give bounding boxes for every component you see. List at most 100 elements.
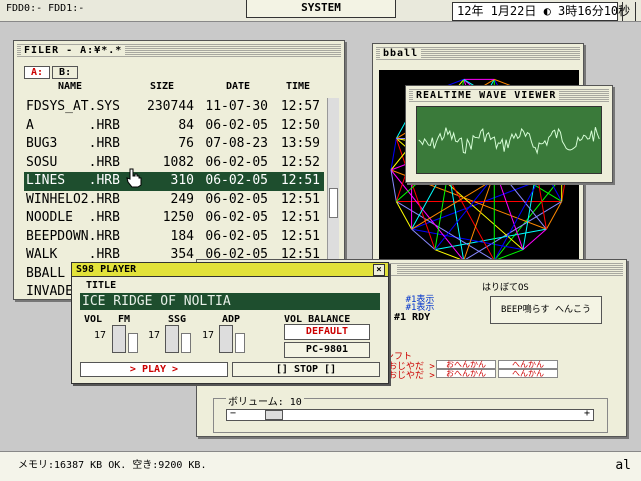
- option-a1[interactable]: おへんかん: [436, 360, 496, 369]
- file-name: BBALL: [26, 265, 66, 281]
- file-row[interactable]: LINES .HRB 310 06-02-05 12:51: [24, 172, 324, 191]
- tab-drive-a[interactable]: A:: [24, 66, 51, 79]
- filer-title: FILER - A:¥*.*: [21, 45, 126, 56]
- player-title: S98 PLAYER: [76, 264, 137, 275]
- ime-indicator[interactable]: al: [615, 458, 631, 473]
- file-time: 12:51: [280, 210, 320, 225]
- file-row[interactable]: FDSYS_AT.SYS 230744 11-07-30 12:57: [24, 98, 324, 117]
- player-titlebar[interactable]: S98 PLAYER ×: [72, 263, 388, 277]
- bball-line: [390, 138, 397, 171]
- file-name: BUG3 .HRB: [26, 136, 120, 151]
- fm-spin-arrows[interactable]: [128, 333, 138, 353]
- clock-edge: [622, 2, 636, 21]
- default-button[interactable]: DEFAULT: [284, 324, 370, 340]
- file-time: 13:59: [280, 136, 320, 151]
- play-button[interactable]: > PLAY >: [80, 362, 228, 377]
- beep-button[interactable]: BEEP鳴らす へんこう: [490, 296, 602, 324]
- file-size: 1250: [162, 210, 194, 225]
- drive-tabs: A: B:: [24, 65, 80, 79]
- file-time: 12:51: [280, 191, 320, 207]
- file-name: WINHELO2.HRB: [26, 191, 120, 207]
- file-time: 12:51: [280, 228, 320, 244]
- stop-button[interactable]: [] STOP []: [232, 362, 380, 377]
- file-row[interactable]: A .HRB 84 06-02-05 12:50: [24, 117, 324, 136]
- clock: 12年 1月22日 ◐ 3時16分10秒: [452, 2, 630, 21]
- title-label: TITLE: [86, 280, 117, 291]
- hand-cursor-icon: [126, 168, 142, 188]
- file-name: SOSU .HRB: [26, 154, 120, 170]
- bball-line: [434, 228, 547, 251]
- volume-label: ボリューム: 10: [226, 393, 304, 408]
- ssg-spin-arrows[interactable]: [181, 333, 191, 353]
- status-bar: メモリ:16387 KB OK. 空き:9200 KB.: [0, 451, 641, 481]
- adp-stepper[interactable]: [219, 325, 233, 353]
- fm-stepper[interactable]: [112, 325, 126, 353]
- file-name: INVADE: [26, 284, 73, 299]
- fdd-status: FDD0:- FDD1:-: [6, 3, 85, 14]
- close-button[interactable]: ×: [373, 264, 385, 276]
- option-b2[interactable]: へんかん: [498, 369, 558, 378]
- system-tab[interactable]: SYSTEM: [246, 0, 396, 18]
- file-time: 12:51: [280, 173, 320, 188]
- file-size: 184: [170, 228, 194, 244]
- ssg-stepper[interactable]: [165, 325, 179, 353]
- wave-titlebar[interactable]: REALTIME WAVE VIEWER: [409, 89, 609, 103]
- adp-value: 17: [202, 330, 215, 341]
- bball-line: [396, 201, 495, 262]
- bball-line: [522, 228, 547, 251]
- file-row[interactable]: BEEPDOWN.HRB 184 06-02-05 12:51: [24, 228, 324, 247]
- wave-plot: [416, 106, 602, 174]
- file-name: LINES .HRB: [26, 173, 120, 188]
- volume-minus[interactable]: −: [230, 408, 236, 419]
- col-name[interactable]: NAME: [58, 81, 82, 92]
- memory-status: メモリ:16387 KB OK. 空き:9200 KB.: [18, 460, 207, 471]
- volume-knob[interactable]: [265, 410, 283, 420]
- file-row[interactable]: BUG3 .HRB 76 07-08-23 13:59: [24, 135, 324, 154]
- bball-titlebar[interactable]: bball: [376, 47, 580, 61]
- rdy-label: #1 RDY: [394, 312, 431, 323]
- pc9801-button[interactable]: PC-9801: [284, 342, 370, 358]
- file-time: 12:57: [280, 99, 320, 114]
- file-row[interactable]: NOODLE .HRB 1250 06-02-05 12:51: [24, 209, 324, 228]
- col-size[interactable]: SIZE: [150, 81, 174, 92]
- top-menu-bar: FDD0:- FDD1:- SYSTEM 12年 1月22日 ◐ 3時16分10…: [0, 0, 641, 22]
- file-name: FDSYS_AT.SYS: [26, 99, 120, 114]
- s98-player-window: S98 PLAYER × TITLE ICE RIDGE OF NOLTIA V…: [71, 262, 389, 384]
- file-list-header: NAME SIZE DATE TIME: [24, 81, 324, 95]
- wave-title: REALTIME WAVE VIEWER: [413, 90, 560, 101]
- scroll-thumb[interactable]: [329, 188, 338, 218]
- option-a2[interactable]: おへんかん: [436, 369, 496, 378]
- fm-label: FM: [118, 314, 131, 325]
- volume-plus[interactable]: +: [584, 408, 590, 419]
- file-time: 12:52: [280, 154, 320, 170]
- fm-value: 17: [94, 330, 107, 341]
- col-date[interactable]: DATE: [226, 81, 250, 92]
- option-b1[interactable]: へんかん: [498, 360, 558, 369]
- wave-viewer-window: REALTIME WAVE VIEWER: [405, 85, 613, 183]
- song-title: ICE RIDGE OF NOLTIA: [80, 293, 380, 310]
- file-name: BEEPDOWN.HRB: [26, 228, 120, 244]
- bball-title: bball: [380, 48, 422, 59]
- file-name: NOODLE .HRB: [26, 210, 120, 225]
- file-size: 84: [178, 117, 194, 133]
- control-titlebar[interactable]: [387, 263, 623, 277]
- file-row[interactable]: WINHELO2.HRB 249 06-02-05 12:51: [24, 191, 324, 210]
- wave-trace: [418, 127, 600, 155]
- file-name: A .HRB: [26, 117, 120, 133]
- hari-label: はりぼてOS: [482, 283, 529, 293]
- slot-2: #1表示: [405, 303, 435, 313]
- filer-titlebar[interactable]: FILER - A:¥*.*: [17, 44, 341, 58]
- col-time[interactable]: TIME: [286, 81, 310, 92]
- ssg-label: SSG: [168, 314, 187, 325]
- file-size: 76: [178, 136, 194, 151]
- file-size: 230744: [147, 99, 194, 114]
- adp-spin-arrows[interactable]: [235, 333, 245, 353]
- file-row[interactable]: SOSU .HRB 1082 06-02-05 12:52: [24, 154, 324, 173]
- adp-label: ADP: [222, 314, 241, 325]
- volume-slider[interactable]: − +: [226, 408, 594, 421]
- file-size: 249: [170, 191, 194, 207]
- vol-label: VOL: [84, 314, 103, 325]
- bball-line: [390, 169, 397, 202]
- ssg-value: 17: [148, 330, 161, 341]
- tab-drive-b[interactable]: B:: [52, 66, 79, 79]
